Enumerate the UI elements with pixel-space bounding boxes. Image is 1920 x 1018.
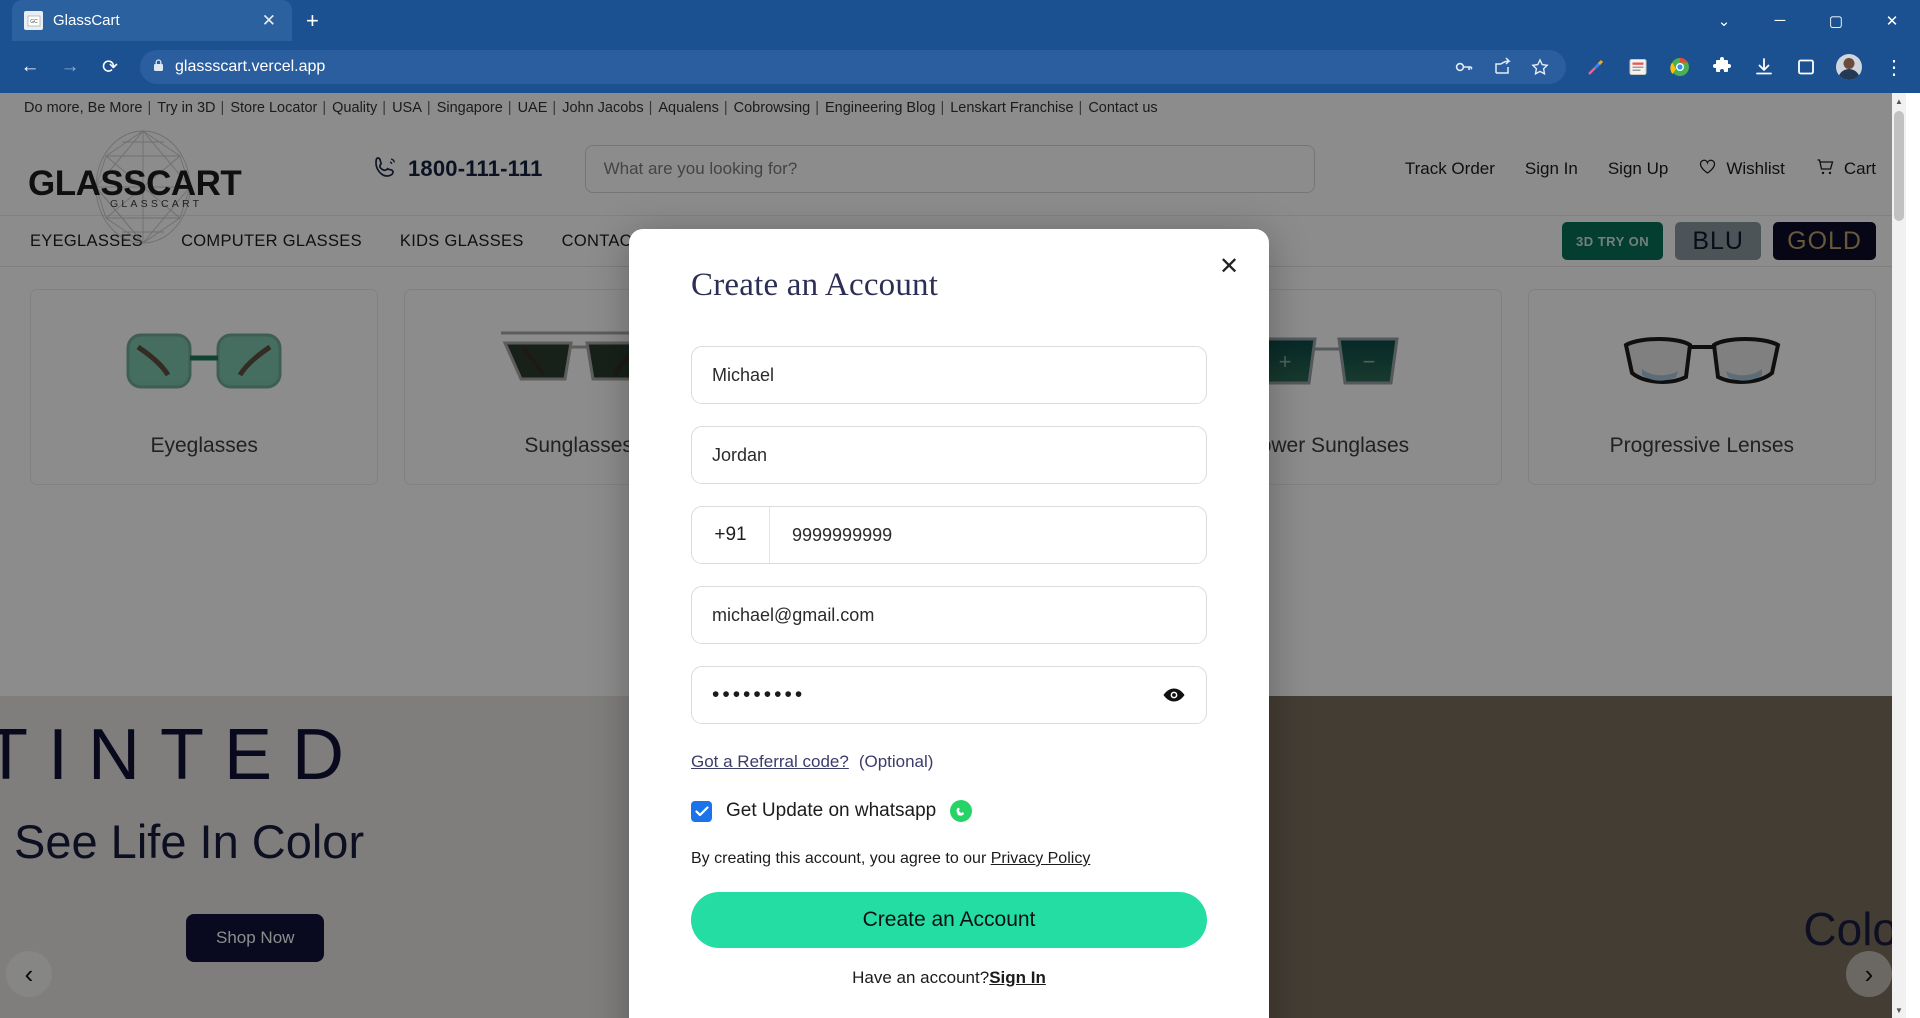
referral-code-link[interactable]: Got a Referral code? [691,752,849,772]
whatsapp-label: Get Update on whatsapp [726,800,937,821]
profile-avatar[interactable] [1836,54,1862,80]
url-text: glassscart.vercel.app [175,58,326,75]
whatsapp-opt-in-row: Get Update on whatsapp [691,800,1207,822]
whatsapp-icon [950,800,973,822]
first-name-value: Michael [712,364,775,385]
bookmark-star-icon[interactable] [1530,57,1550,77]
terms-prefix: By creating this account, you agree to o… [691,850,991,867]
window-more-icon[interactable]: ⌄ [1696,0,1752,41]
reload-icon[interactable]: ⟳ [92,49,128,85]
page-scrollbar[interactable]: ▲ ▼ [1892,93,1906,1018]
scroll-down-icon[interactable]: ▼ [1892,1002,1906,1018]
have-account-row: Have an account?Sign In [691,968,1207,988]
key-icon[interactable] [1454,57,1474,77]
country-code-select[interactable]: +91 [692,507,770,563]
reading-list-icon[interactable] [1626,55,1650,79]
chrome-icon[interactable] [1668,55,1692,79]
back-icon[interactable]: ← [12,49,48,85]
phone-field[interactable]: +91 9999999999 [691,506,1207,564]
create-account-button[interactable]: Create an Account [691,892,1207,948]
browser-window: GC GlassCart ✕ + ⌄ ─ ▢ ✕ ← → ⟳ glassscar… [0,0,1920,1018]
email-value: michael@gmail.com [712,604,875,625]
referral-optional-label: (Optional) [858,752,934,771]
password-field[interactable]: ••••••••• [691,666,1207,724]
window-controls: ⌄ ─ ▢ ✕ [1696,0,1920,41]
extensions-icon[interactable] [1710,55,1734,79]
downloads-icon[interactable] [1752,55,1776,79]
window-maximize-button[interactable]: ▢ [1808,0,1864,41]
browser-tab[interactable]: GC GlassCart ✕ [12,0,292,41]
close-icon[interactable]: ✕ [1215,253,1243,281]
tab-strip: GC GlassCart ✕ + ⌄ ─ ▢ ✕ [0,0,1920,41]
new-tab-button[interactable]: + [306,8,319,34]
create-account-modal: ✕ Create an Account Michael Jordan +91 9… [629,229,1269,1018]
tab-close-icon[interactable]: ✕ [258,10,280,31]
modal-title: Create an Account [691,267,939,303]
last-name-value: Jordan [712,444,768,465]
address-bar[interactable]: glassscart.vercel.app [140,50,1566,84]
omnibox-actions [1454,57,1554,77]
whatsapp-checkbox[interactable] [691,800,712,822]
kebab-menu-icon[interactable]: ⋮ [1880,55,1908,80]
email-field[interactable]: michael@gmail.com [691,586,1207,644]
privacy-policy-link[interactable]: Privacy Policy [991,850,1091,867]
terms-text: By creating this account, you agree to o… [691,850,1207,868]
have-account-text: Have an account? [852,968,990,987]
tab-title: GlassCart [53,12,120,29]
lock-icon [152,58,165,76]
browser-toolbar: ← → ⟳ glassscart.vercel.app ⋮ [0,41,1920,93]
window-close-button[interactable]: ✕ [1864,0,1920,41]
page-viewport: Do more, Be More | Try in 3D | Store Locator… [0,93,1920,1018]
tab-favicon-icon: GC [24,11,43,30]
scroll-up-icon[interactable]: ▲ [1892,93,1906,109]
scrollbar-thumb[interactable] [1894,111,1904,221]
eye-icon[interactable] [1162,686,1186,704]
referral-row: Got a Referral code? (Optional) [691,752,1207,772]
first-name-field[interactable]: Michael [691,346,1207,404]
phone-number-input[interactable]: 9999999999 [770,525,1206,546]
extension-icons: ⋮ [1578,54,1908,80]
window-minimize-button[interactable]: ─ [1752,0,1808,41]
eyedropper-icon[interactable] [1584,55,1608,79]
last-name-field[interactable]: Jordan [691,426,1207,484]
side-panel-icon[interactable] [1794,55,1818,79]
password-value: ••••••••• [712,683,806,706]
forward-icon[interactable]: → [52,49,88,85]
svg-text:GC: GC [30,19,38,25]
share-icon[interactable] [1492,57,1512,77]
sign-in-link[interactable]: Sign In [989,968,1046,987]
